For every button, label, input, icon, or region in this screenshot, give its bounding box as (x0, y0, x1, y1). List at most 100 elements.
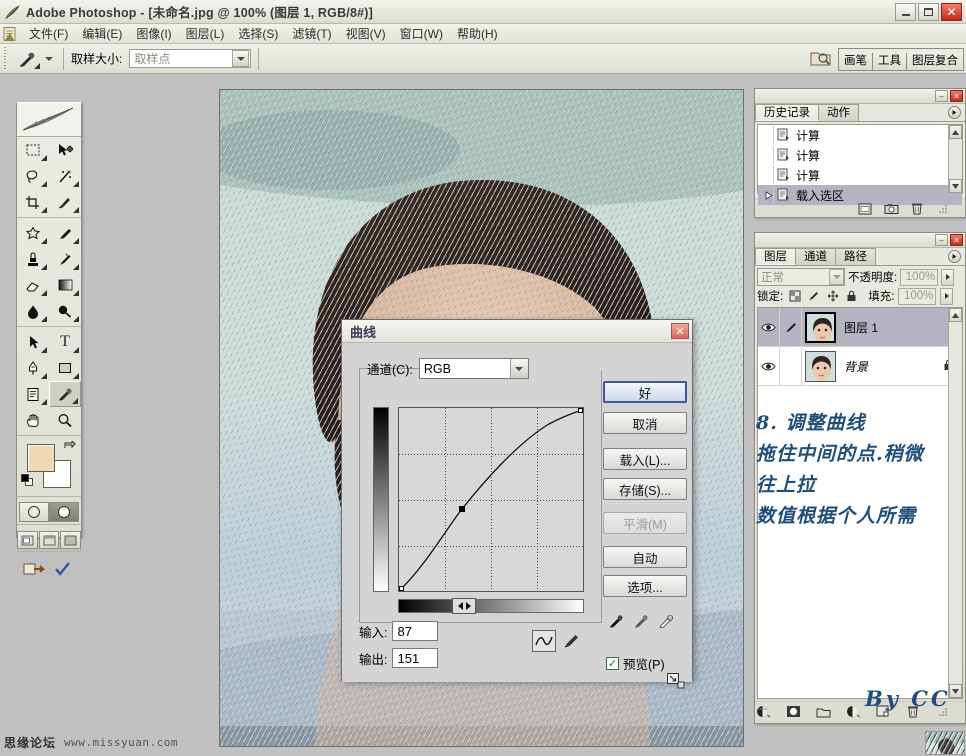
close-button[interactable]: ✕ (941, 3, 962, 21)
chevron-down-icon[interactable] (232, 50, 250, 67)
new-adjustment-layer-icon[interactable] (845, 704, 861, 719)
default-colors-icon[interactable] (21, 474, 34, 487)
layer-row[interactable]: 背景 (758, 347, 962, 386)
sample-size-select[interactable]: 取样点 (129, 49, 252, 68)
lasso-tool[interactable] (17, 163, 49, 189)
full-screen-menubar-mode-button[interactable] (38, 531, 60, 549)
edit-in-imageready-icon[interactable] (50, 559, 76, 579)
history-close-button[interactable]: ✕ (950, 90, 963, 102)
menu-item-window[interactable]: 窗口(W) (393, 23, 450, 44)
tab-paths[interactable]: 路径 (835, 248, 876, 265)
slice-tool[interactable] (49, 189, 81, 215)
layers-close-button[interactable]: ✕ (950, 234, 963, 246)
eraser-tool[interactable] (17, 272, 49, 298)
curve-endpoint-white[interactable] (578, 408, 583, 413)
layer-style-icon[interactable] (755, 704, 771, 719)
shape-tool[interactable] (49, 355, 81, 381)
dodge-tool[interactable] (49, 298, 81, 324)
well-tab-tools[interactable]: 工具 (873, 53, 907, 70)
layers-minimize-button[interactable]: – (935, 234, 948, 246)
move-tool[interactable] (49, 137, 81, 163)
layer-mask-icon[interactable] (785, 704, 801, 719)
menu-item-image[interactable]: 图像(I) (129, 23, 178, 44)
set-black-point-icon[interactable] (608, 613, 625, 632)
menu-item-layer[interactable]: 图层(L) (179, 23, 232, 44)
tool-preset-dropdown[interactable] (42, 50, 56, 68)
menu-item-filter[interactable]: 滤镜(T) (285, 23, 338, 44)
set-white-point-icon[interactable] (658, 613, 675, 632)
foreground-color-swatch[interactable] (27, 444, 55, 472)
curve-endpoint-black[interactable] (399, 586, 404, 591)
input-field[interactable]: 87 (392, 621, 439, 641)
curve-direction-toggle[interactable] (452, 598, 476, 614)
scroll-down-button[interactable] (949, 179, 962, 193)
preview-checkbox[interactable]: ✓ (606, 657, 619, 670)
maximize-button[interactable] (918, 3, 939, 21)
auto-button[interactable]: 自动 (603, 546, 687, 568)
load-button[interactable]: 载入(L)... (603, 448, 687, 470)
curve-draw-icon[interactable] (532, 630, 556, 652)
layer-link-cell[interactable] (780, 347, 802, 385)
path-selection-tool[interactable] (17, 329, 49, 355)
tab-channels[interactable]: 通道 (795, 248, 836, 265)
zoom-tool[interactable] (49, 407, 81, 433)
cancel-button[interactable]: 取消 (603, 412, 687, 434)
type-tool[interactable]: T (49, 329, 81, 355)
pen-tool[interactable] (17, 355, 49, 381)
grid-size-toggle-icon[interactable] (667, 673, 685, 692)
layer-brush-indicator[interactable] (780, 308, 802, 346)
menu-item-edit[interactable]: 编辑(E) (75, 23, 129, 44)
swap-colors-icon[interactable] (64, 439, 76, 456)
layers-palette-titlebar[interactable]: – ✕ (755, 233, 965, 248)
tab-history[interactable]: 历史记录 (755, 104, 819, 121)
photoshop-feather-logo[interactable] (17, 103, 81, 137)
history-item[interactable]: 计算 (758, 165, 962, 185)
menu-item-view[interactable]: 视图(V) (339, 23, 393, 44)
jump-to-imageready-icon[interactable] (22, 559, 48, 579)
history-minimize-button[interactable]: – (935, 90, 948, 102)
layer-thumbnail[interactable] (805, 350, 836, 382)
save-button[interactable]: 存储(S)... (603, 478, 687, 500)
new-group-icon[interactable] (815, 704, 831, 719)
new-snapshot-icon[interactable] (883, 201, 899, 216)
magic-wand-tool[interactable] (49, 163, 81, 189)
blur-tool[interactable] (17, 298, 49, 324)
scroll-up-button[interactable] (949, 125, 962, 139)
history-scrollbar[interactable] (948, 125, 962, 193)
menu-item-select[interactable]: 选择(S) (231, 23, 285, 44)
lock-all-icon[interactable] (844, 289, 859, 304)
layer-visibility-toggle[interactable] (758, 308, 780, 346)
file-browser-icon[interactable] (808, 47, 834, 71)
set-gray-point-icon[interactable] (633, 613, 650, 632)
palette-menu-icon[interactable] (948, 250, 961, 263)
tab-actions[interactable]: 动作 (818, 104, 859, 121)
fill-stepper[interactable] (940, 287, 954, 305)
lock-transparency-icon[interactable] (787, 289, 802, 304)
blend-mode-select[interactable]: 正常 (757, 268, 845, 286)
eyedropper-tool[interactable] (49, 381, 81, 407)
well-tab-brushes[interactable]: 画笔 (839, 53, 873, 70)
document-icon[interactable] (2, 26, 18, 42)
chevron-down-icon[interactable] (509, 359, 528, 378)
new-document-from-state-icon[interactable] (857, 201, 873, 216)
delete-state-icon[interactable] (909, 201, 925, 216)
lock-image-icon[interactable] (806, 289, 821, 304)
channel-select[interactable]: RGB (418, 358, 529, 379)
ok-button[interactable]: 好 (603, 381, 687, 403)
crop-tool[interactable] (17, 189, 49, 215)
history-item[interactable]: 计算 (758, 125, 962, 145)
curve-graph[interactable] (398, 407, 584, 592)
brush-tool[interactable] (49, 220, 81, 246)
layer-name[interactable]: 图层 1 (844, 319, 962, 336)
hand-tool[interactable] (17, 407, 49, 433)
curve-control-point[interactable] (459, 506, 465, 512)
curves-dialog-titlebar[interactable]: 曲线 ✕ (342, 320, 692, 343)
preview-row[interactable]: ✓ 预览(P) (606, 654, 665, 673)
pencil-draw-icon[interactable] (560, 630, 584, 652)
lock-position-icon[interactable] (825, 289, 840, 304)
layer-visibility-toggle[interactable] (758, 347, 780, 385)
full-screen-mode-button[interactable] (60, 531, 82, 549)
scroll-up-button[interactable] (949, 308, 962, 322)
quick-mask-mode-button[interactable] (49, 502, 79, 522)
history-palette-titlebar[interactable]: – ✕ (755, 89, 965, 104)
